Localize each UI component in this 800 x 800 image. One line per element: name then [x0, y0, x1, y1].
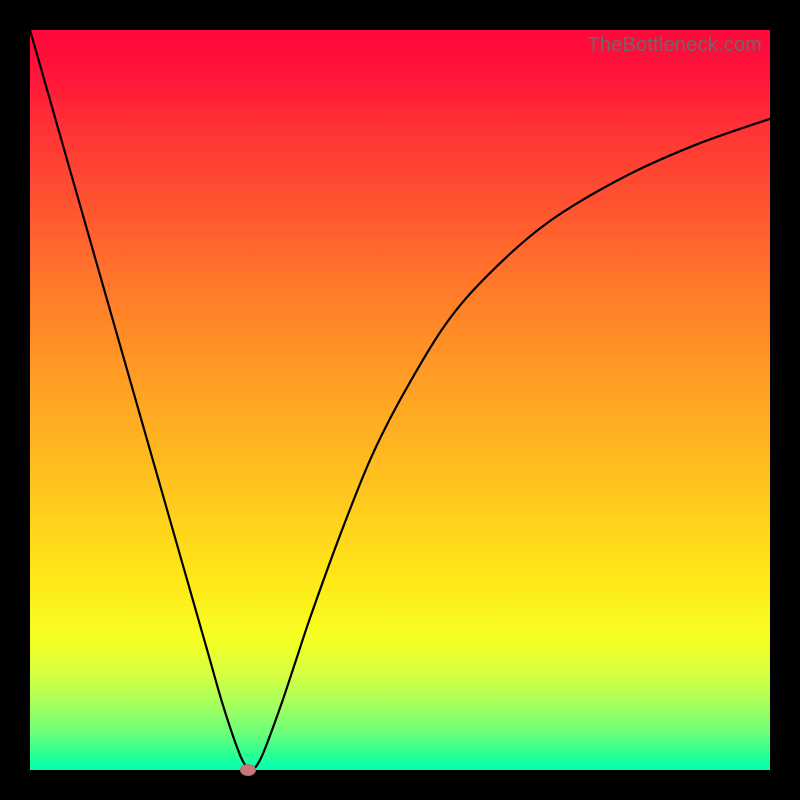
chart-container: TheBottleneck.com: [0, 0, 800, 800]
minimum-marker: [240, 764, 256, 776]
bottleneck-curve: [30, 30, 770, 770]
curve-layer: [30, 30, 770, 770]
plot-area: TheBottleneck.com: [30, 30, 770, 770]
